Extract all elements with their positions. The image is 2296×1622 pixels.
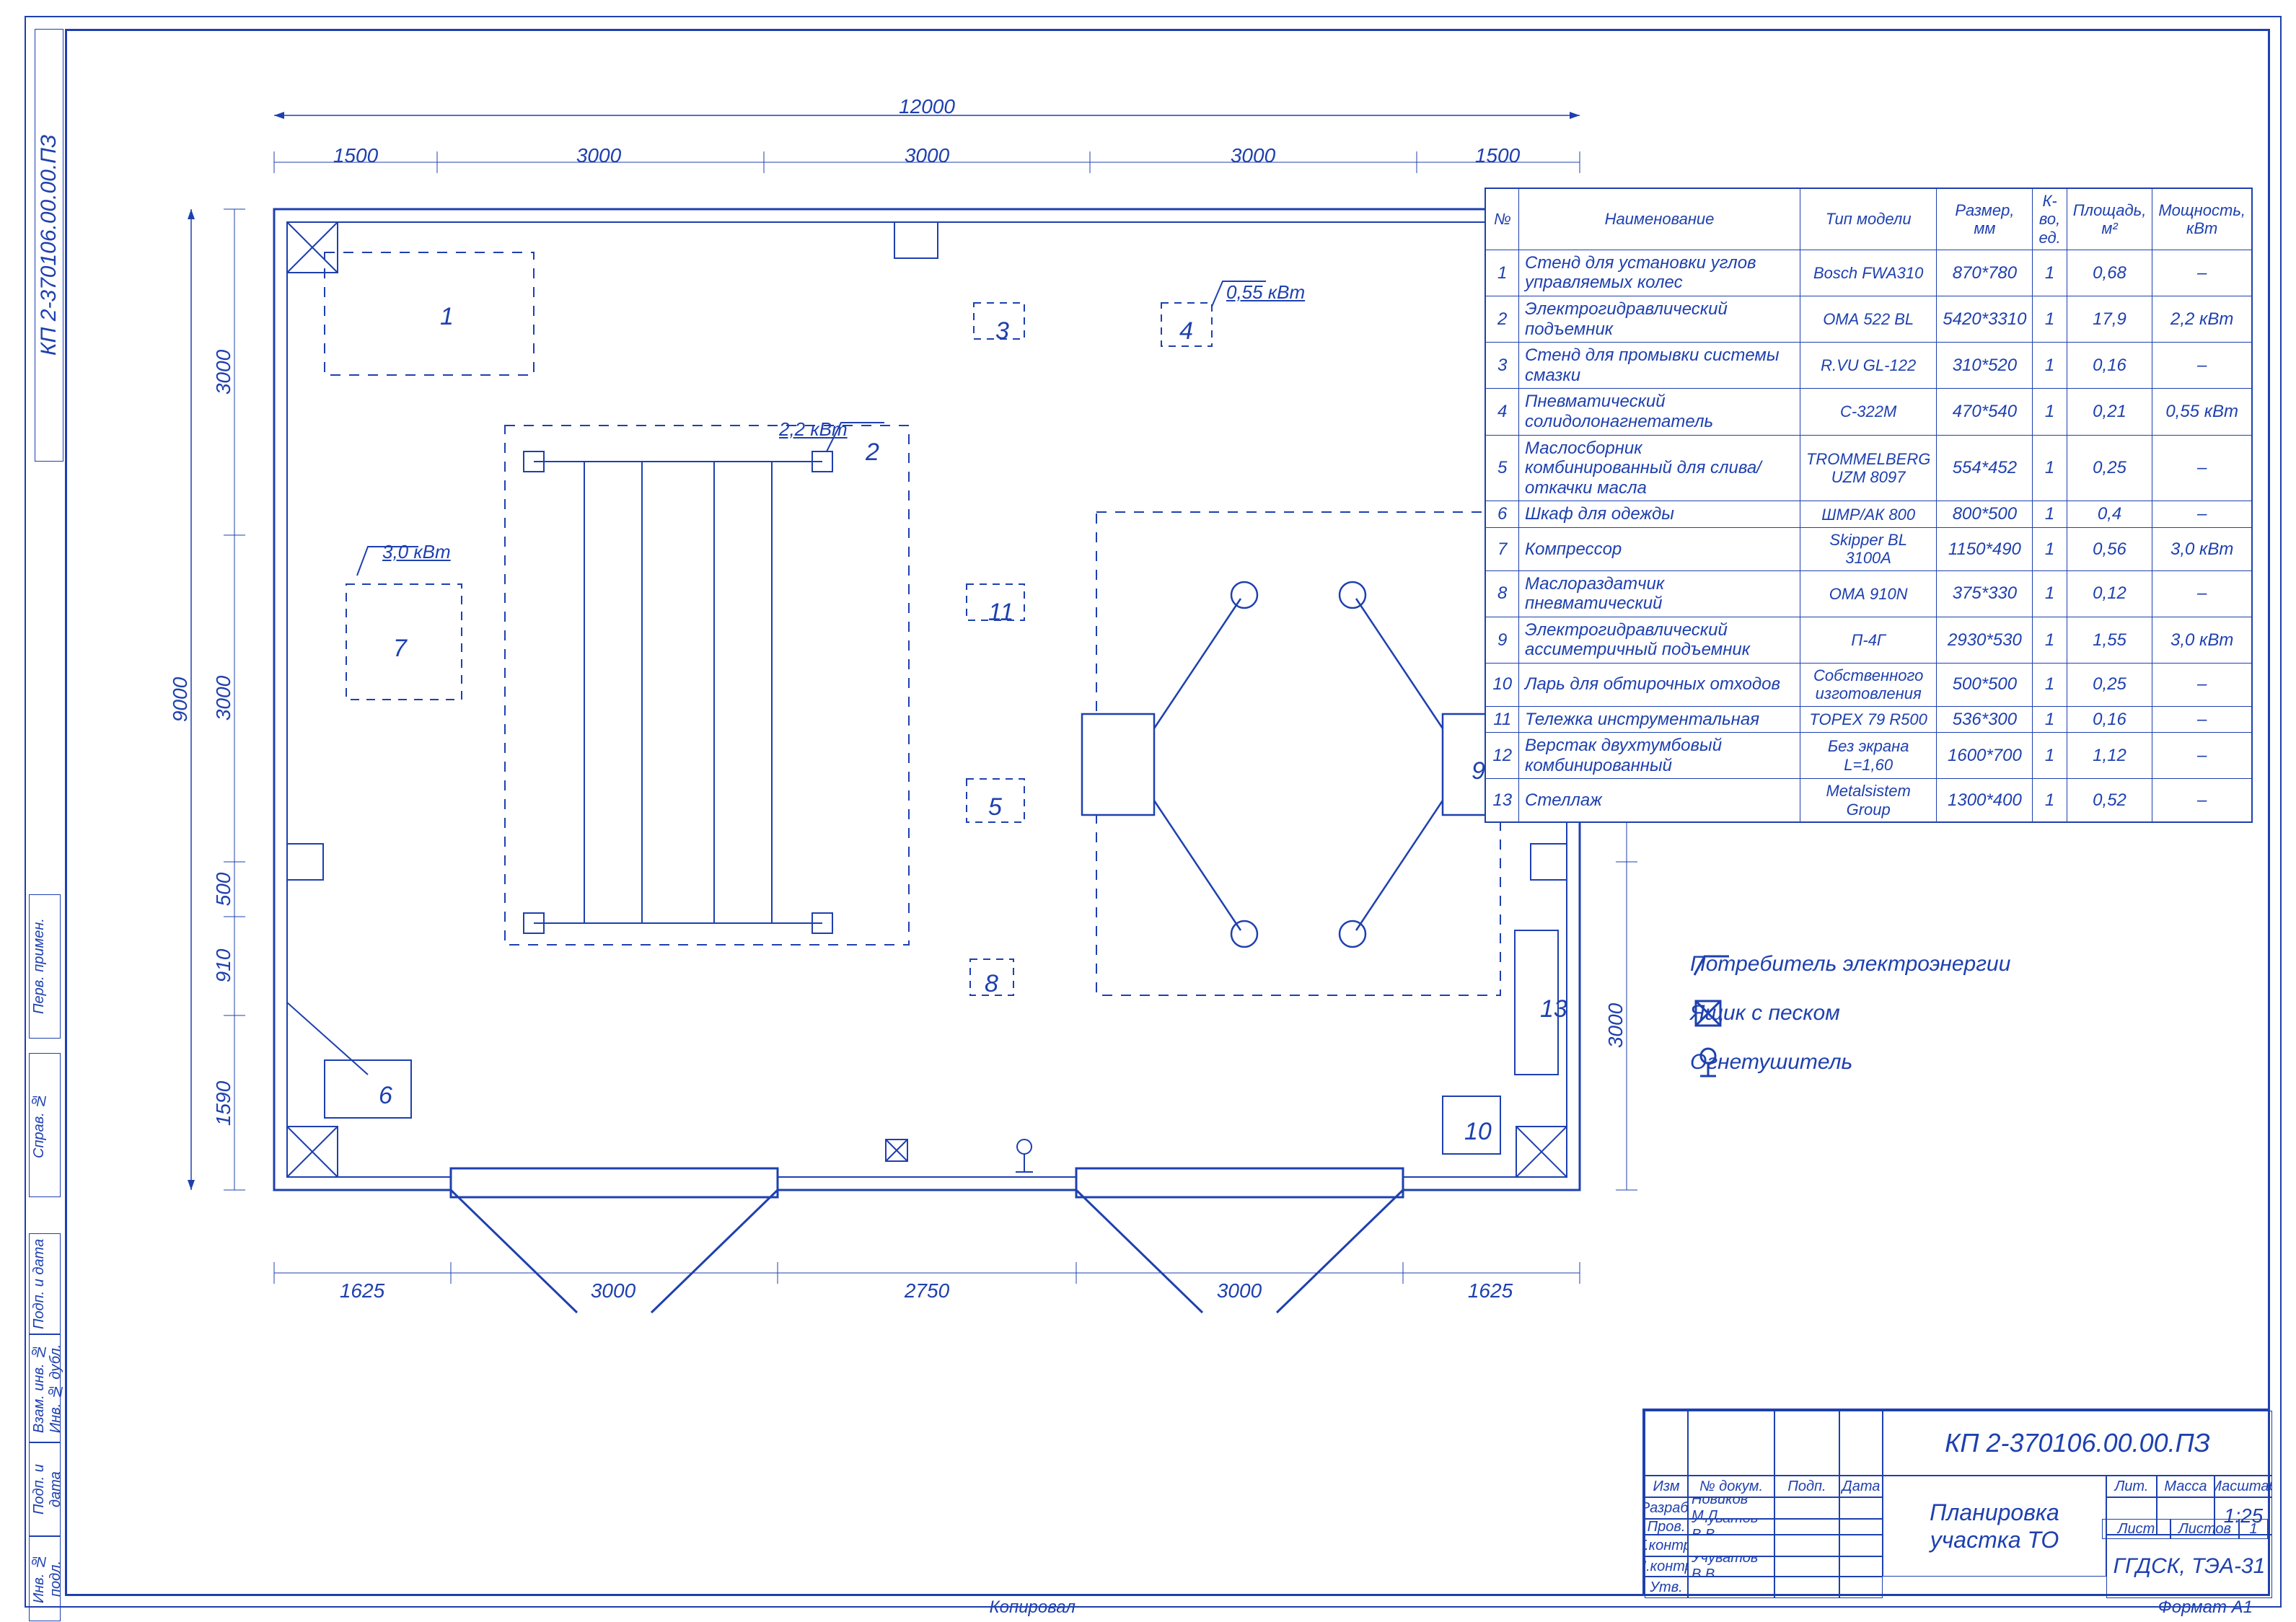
tb-razrab: Разраб. [1645,1497,1688,1519]
tb-sheets-label: Листов [2170,1519,2239,1539]
label-item-2: 2 [866,438,879,467]
tb-org: ГГДСК, ТЭА-31 [2106,1535,2272,1598]
side-sprav: Справ. № [29,1053,61,1197]
label-item-5: 5 [988,793,1002,821]
dim-left-5: 1590 [212,1081,235,1126]
hdr-area: Площадь, м² [2067,188,2152,250]
tb-lit-label: Лит. [2106,1476,2157,1497]
table-row: 1Стенд для установки углов управляемых к… [1485,250,2252,296]
label-item-1: 1 [440,303,454,331]
tb-prov-name: Учуватов В.В. [1688,1519,1774,1535]
hdr-qty: К-во, ед. [2033,188,2067,250]
label-item-10: 10 [1464,1118,1492,1146]
tb-col-podp: Подп. [1774,1476,1839,1497]
tb-name-l1: Планировка [1930,1499,2059,1526]
dim-bot-2: 3000 [591,1279,635,1303]
dim-left-1: 3000 [212,350,235,395]
table-row: 8Маслораздатчик пневматическийОМА 910N37… [1485,570,2252,617]
tb-col-ndok: № докум. [1688,1476,1774,1497]
tb-mass-label: Масса [2157,1476,2214,1497]
dim-left-3: 500 [212,873,235,907]
plan-drawing: 12000 1500 3000 3000 3000 1500 9000 [173,94,1587,1392]
equipment-table: № Наименование Тип модели Размер, мм К-в… [1485,188,2253,823]
dim-bot-5: 1625 [1468,1279,1513,1303]
label-item-6: 6 [379,1082,392,1110]
tb-nkontr-name: Учуватов В.В. [1688,1556,1774,1577]
tb-utv: Утв. [1645,1577,1688,1598]
table-row: 7КомпрессорSkipper BL 3100A1150*49010,56… [1485,528,2252,571]
dim-top-5: 1500 [1475,144,1520,167]
label-item-8: 8 [985,970,998,998]
label-item-9: 9 [1472,757,1485,785]
legend-extinguisher-icon [1690,1044,1733,1080]
dim-left-total: 9000 [169,677,192,722]
dim-top-total: 12000 [899,95,955,118]
dim-left-2: 3000 [212,676,235,720]
legend-power-icon [1690,946,1733,982]
title-block: Изм № докум. Подп. Дата Разраб. Новиков … [1642,1409,2270,1596]
legend: Потребитель электроэнергии Ящик с песком… [1690,952,2209,1099]
table-row: 5Маслосборник комбинированный для слива/… [1485,435,2252,501]
label-item-3: 3 [995,317,1009,345]
table-row: 2Электрогидравлический подъемникОМА 522 … [1485,296,2252,343]
side-podp-data: Подп. и дата [29,1442,61,1536]
footer-format: Формат A1 [2158,1597,2253,1618]
table-row: 12Верстак двухтумбовый комбинированныйБе… [1485,733,2252,779]
tb-drawing-name: Планировка участка ТО [1883,1476,2106,1577]
dim-top-3: 3000 [905,144,949,167]
tb-scale-label: Масштаб [2214,1476,2272,1497]
tb-col-izm: Изм [1645,1476,1688,1497]
tb-doc-code: КП 2-370106.00.00.ПЗ [1883,1411,2272,1476]
tb-tkontr: Т.контр. [1645,1535,1688,1556]
side-podp-data-2: Подп. и дата [29,1233,61,1334]
dim-bot-3: 2750 [905,1279,949,1303]
table-row: 10Ларь для обтирочных отходовСобственног… [1485,663,2252,706]
side-stamp: Перв. примен. Справ. № Подп. и дата Взам… [29,29,62,1596]
hdr-power: Мощность, кВт [2152,188,2252,250]
dim-left-4: 910 [212,949,235,983]
dim-top-4: 3000 [1231,144,1275,167]
label-item-13: 13 [1540,995,1567,1023]
dim-bot-1: 1625 [340,1279,384,1303]
tb-name-l2: участка ТО [1930,1526,2059,1553]
dim-top-2: 3000 [576,144,621,167]
tb-prov: Пров. [1645,1519,1688,1535]
kw-055: 0,55 кВт [1226,281,1305,304]
hdr-dim: Размер, мм [1937,188,2033,250]
kw-22: 2,2 кВт [779,418,848,441]
dim-bot-4: 3000 [1217,1279,1262,1303]
hdr-model: Тип модели [1800,188,1936,250]
floorplan-svg [274,209,1580,1219]
legend-sandbox-icon [1690,995,1733,1031]
label-item-7: 7 [393,635,407,663]
dim-right-3: 3000 [1604,1003,1627,1048]
tb-razrab-name: Новиков М.Л. [1688,1497,1774,1519]
side-inv-podl: Инв. № подл. [29,1536,61,1621]
hdr-n: № [1485,188,1518,250]
kw-30a: 3,0 кВт [382,541,451,563]
side-vzam-inv: Взам. инв. № Инв. № дубл. [29,1334,61,1442]
dim-top-1: 1500 [333,144,378,167]
table-row: 4Пневматический солидолонагнетательС-322… [1485,389,2252,435]
label-item-4: 4 [1179,317,1193,345]
tb-sheets: 1 [2239,1519,2268,1539]
label-item-11: 11 [988,599,1013,627]
side-perv-primen: Перв. примен. [29,894,61,1039]
table-row: 3Стенд для промывки системы смазкиR.VU G… [1485,343,2252,389]
tb-sheet-label: Лист [2102,1519,2170,1539]
table-row: 6Шкаф для одеждыШМР/АК 800800*50010,4– [1485,501,2252,528]
table-row: 13СтеллажMetalsistem Group1300*40010,52– [1485,779,2252,822]
drawing-sheet: КП 2-370106.00.00.ПЗ Перв. примен. Справ… [0,0,2296,1622]
table-row: 9Электрогидравлический ассиметричный под… [1485,617,2252,663]
legend-power-label: Потребитель электроэнергии [1690,952,2010,977]
tb-col-data: Дата [1839,1476,1883,1497]
footer-kopiroval: Копировал [990,1597,1076,1618]
hdr-name: Наименование [1518,188,1800,250]
tb-nkontr: Н.контр. [1645,1556,1688,1577]
table-row: 11Тележка инструментальнаяTOPEX 79 R5005… [1485,706,2252,733]
